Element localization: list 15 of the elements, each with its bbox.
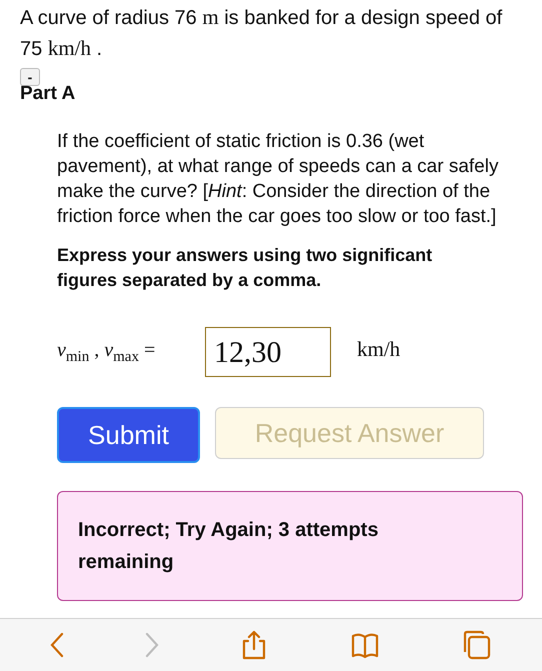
answer-label: v$_{min}$ , v$_{max}$ = — [57, 338, 156, 366]
answer-field[interactable]: 12,30 — [205, 327, 331, 377]
forward-icon — [145, 630, 160, 660]
problem-statement: A curve of radius 76 m is banked for a design speed of 75 km/h . — [20, 4, 504, 62]
collapse-button[interactable]: - — [20, 68, 40, 86]
back-button[interactable] — [50, 630, 64, 660]
tabs-button[interactable] — [462, 630, 492, 660]
question-text: If the coefficient of static friction is 0.36 (wet pavement), at what range of speeds can a car safely make the curve? [Hint: Consider the direction of the friction force when the car goes too slow or too fast.] — [57, 130, 500, 229]
instruction-text: Express your answers using two significant figures separated by a comma. — [57, 244, 434, 292]
unit-label: km/h — [357, 336, 400, 362]
feedback-message: Incorrect; Try Again; 3 attempts remaining — [57, 491, 523, 601]
submit-button[interactable]: Submit — [57, 407, 200, 463]
tabs-icon — [462, 630, 492, 660]
part-title: Part A — [20, 83, 76, 105]
back-icon — [50, 630, 64, 660]
